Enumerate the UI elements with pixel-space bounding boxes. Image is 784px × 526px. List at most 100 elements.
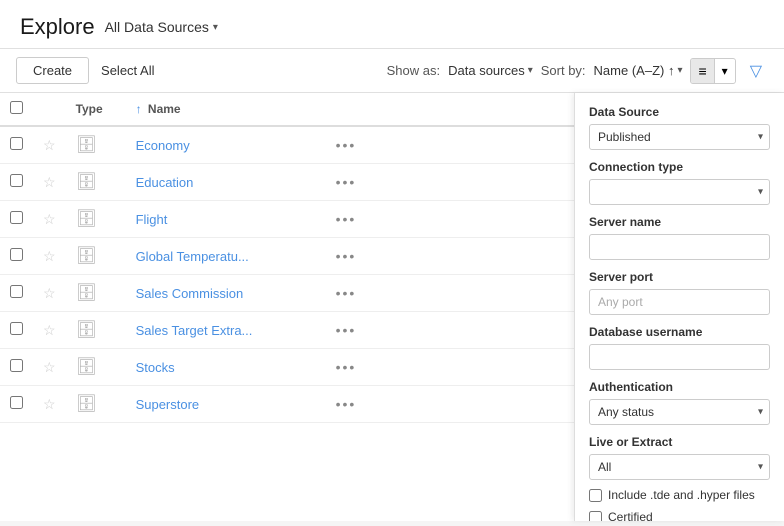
list-view-button[interactable]: ≡ <box>691 59 714 83</box>
connection-type-filter-wrapper: ▾ <box>589 179 770 205</box>
live-or-extract-filter-select[interactable]: AllLiveExtract <box>589 454 770 480</box>
filter-panel: Data Source PublishedEmbeddedAll ▾ Conne… <box>574 93 784 521</box>
database-username-filter-label: Database username <box>589 325 770 339</box>
row-more-button[interactable]: ••• <box>336 174 357 190</box>
favorite-star-icon[interactable]: ☆ <box>43 248 56 264</box>
toolbar-right: Show as: Data sources ▾ Sort by: Name (A… <box>387 58 768 84</box>
row-star-cell: ☆ <box>33 275 66 312</box>
row-checkbox[interactable] <box>10 359 23 372</box>
datasource-type-icon: 🗄 <box>76 246 98 265</box>
row-name-cell: Economy <box>126 126 326 164</box>
datasource-type-icon: 🗄 <box>76 283 98 302</box>
datasource-name-link[interactable]: Stocks <box>136 360 175 375</box>
row-more-cell: ••• <box>326 386 564 423</box>
datasource-type-icon: 🗄 <box>76 394 98 413</box>
datasource-name-link[interactable]: Education <box>136 175 194 190</box>
include-tde-checkbox[interactable] <box>589 489 602 502</box>
select-all-checkbox[interactable] <box>10 101 23 114</box>
row-checkbox-cell <box>0 386 33 423</box>
authentication-filter-label: Authentication <box>589 380 770 394</box>
authentication-filter-select[interactable]: Any statusUsername/PasswordOAuth <box>589 399 770 425</box>
row-checkbox-cell <box>0 312 33 349</box>
page-title: Explore <box>20 14 95 40</box>
include-tde-label: Include .tde and .hyper files <box>608 488 755 502</box>
show-as-dropdown[interactable]: Data sources ▾ <box>448 63 533 78</box>
row-checkbox[interactable] <box>10 248 23 261</box>
row-star-cell: ☆ <box>33 164 66 201</box>
server-name-input[interactable] <box>589 234 770 260</box>
connection-type-filter-select[interactable] <box>589 179 770 205</box>
favorite-star-icon[interactable]: ☆ <box>43 174 56 190</box>
favorite-star-icon[interactable]: ☆ <box>43 285 56 301</box>
favorite-star-icon[interactable]: ☆ <box>43 396 56 412</box>
favorite-star-icon[interactable]: ☆ <box>43 322 56 338</box>
row-name-cell: Sales Target Extra... <box>126 312 326 349</box>
row-star-cell: ☆ <box>33 126 66 164</box>
favorite-star-icon[interactable]: ☆ <box>43 211 56 227</box>
favorite-star-icon[interactable]: ☆ <box>43 137 56 153</box>
authentication-filter-wrapper: Any statusUsername/PasswordOAuth ▾ <box>589 399 770 425</box>
list-view-icon: ≡ <box>698 63 706 79</box>
datasource-type-icon: 🗄 <box>76 209 98 228</box>
row-type-cell: 🗄 <box>66 238 126 275</box>
row-name-cell: Superstore <box>126 386 326 423</box>
datasource-dropdown[interactable]: All Data Sources ▾ <box>105 19 218 35</box>
row-more-button[interactable]: ••• <box>336 137 357 153</box>
data-source-filter-select[interactable]: PublishedEmbeddedAll <box>589 124 770 150</box>
row-star-cell: ☆ <box>33 386 66 423</box>
row-checkbox-cell <box>0 126 33 164</box>
server-port-filter-label: Server port <box>589 270 770 284</box>
datasource-dropdown-label: All Data Sources <box>105 19 209 35</box>
server-port-input[interactable] <box>589 289 770 315</box>
th-star <box>33 93 66 126</box>
row-more-button[interactable]: ••• <box>336 322 357 338</box>
row-more-button[interactable]: ••• <box>336 248 357 264</box>
data-source-filter-wrapper: PublishedEmbeddedAll ▾ <box>589 124 770 150</box>
row-more-button[interactable]: ••• <box>336 211 357 227</box>
create-button[interactable]: Create <box>16 57 89 84</box>
row-name-cell: Sales Commission <box>126 275 326 312</box>
include-tde-row: Include .tde and .hyper files <box>589 488 770 502</box>
row-more-button[interactable]: ••• <box>336 396 357 412</box>
row-more-cell: ••• <box>326 238 564 275</box>
row-checkbox[interactable] <box>10 211 23 224</box>
row-checkbox[interactable] <box>10 137 23 150</box>
th-more <box>326 93 564 126</box>
row-type-cell: 🗄 <box>66 201 126 238</box>
row-name-cell: Global Temperatu... <box>126 238 326 275</box>
datasource-name-link[interactable]: Sales Target Extra... <box>136 323 253 338</box>
grid-view-icon: ▾ <box>722 64 728 78</box>
datasource-type-icon: 🗄 <box>76 135 98 154</box>
row-checkbox[interactable] <box>10 322 23 335</box>
th-checkbox <box>0 93 33 126</box>
select-all-button[interactable]: Select All <box>101 63 154 78</box>
filter-button[interactable]: ▽ <box>744 59 768 83</box>
connection-type-filter-label: Connection type <box>589 160 770 174</box>
datasource-name-link[interactable]: Global Temperatu... <box>136 249 249 264</box>
row-checkbox[interactable] <box>10 174 23 187</box>
row-more-button[interactable]: ••• <box>336 359 357 375</box>
row-type-cell: 🗄 <box>66 386 126 423</box>
header: Explore All Data Sources ▾ <box>0 0 784 49</box>
row-checkbox-cell <box>0 349 33 386</box>
datasource-name-link[interactable]: Superstore <box>136 397 200 412</box>
row-more-cell: ••• <box>326 126 564 164</box>
sort-by-dropdown[interactable]: Name (A–Z) ↑ ▾ <box>594 63 683 78</box>
row-checkbox[interactable] <box>10 396 23 409</box>
certified-checkbox[interactable] <box>589 511 602 522</box>
favorite-star-icon[interactable]: ☆ <box>43 359 56 375</box>
datasource-name-link[interactable]: Economy <box>136 138 190 153</box>
row-checkbox[interactable] <box>10 285 23 298</box>
sort-indicator: ↑ <box>136 102 145 116</box>
row-more-button[interactable]: ••• <box>336 285 357 301</box>
row-type-cell: 🗄 <box>66 164 126 201</box>
certified-label: Certified <box>608 510 653 521</box>
live-or-extract-filter-wrapper: AllLiveExtract ▾ <box>589 454 770 480</box>
datasource-name-link[interactable]: Sales Commission <box>136 286 244 301</box>
sort-by-value: Name (A–Z) ↑ <box>594 63 675 78</box>
datasource-name-link[interactable]: Flight <box>136 212 168 227</box>
grid-view-button[interactable]: ▾ <box>715 60 735 82</box>
row-type-cell: 🗄 <box>66 349 126 386</box>
th-name[interactable]: ↑ Name <box>126 93 326 126</box>
database-username-input[interactable] <box>589 344 770 370</box>
